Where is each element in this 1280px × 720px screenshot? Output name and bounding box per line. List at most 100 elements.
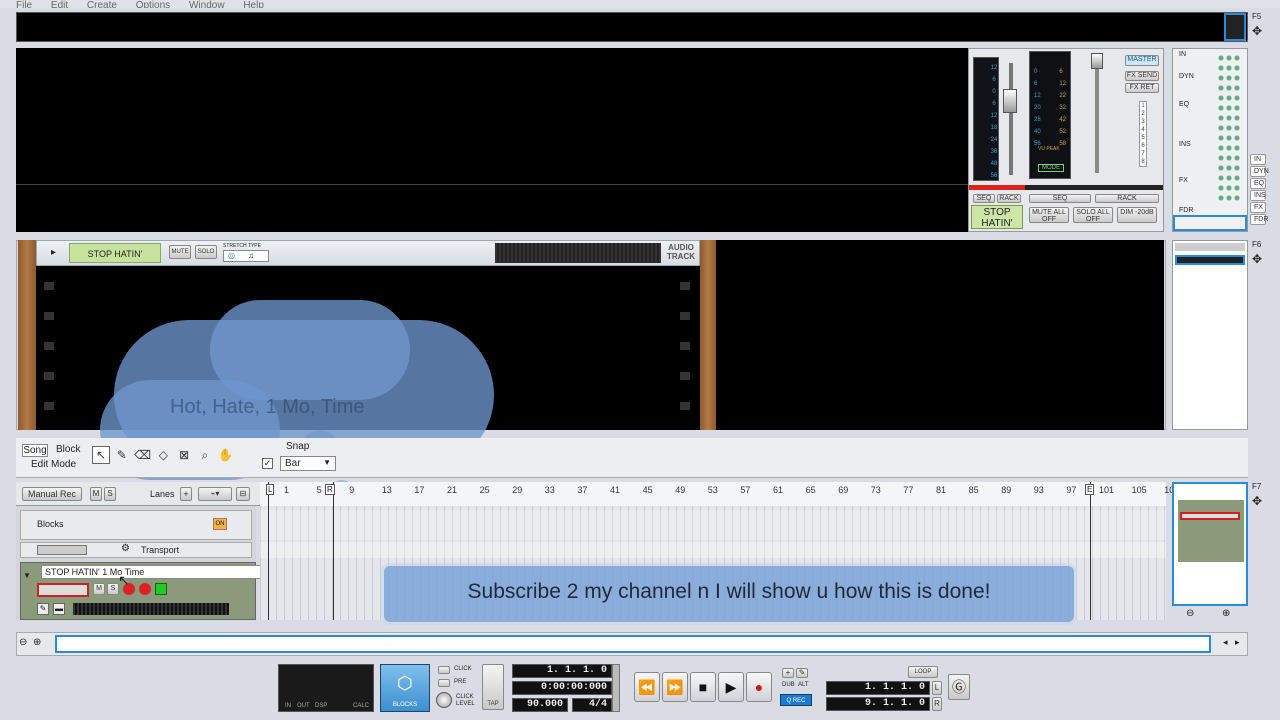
fast-forward-button[interactable]: ⏩	[662, 672, 688, 702]
device-mute-button[interactable]: MUTE	[169, 245, 191, 259]
lane-delete-button[interactable]: ⊟	[236, 487, 250, 501]
snap-select[interactable]: Bar ▼	[280, 456, 336, 471]
side-tab-fdr[interactable]: FDR	[1250, 214, 1268, 225]
pre-toggle[interactable]	[438, 679, 450, 687]
stop-button[interactable]: ■	[690, 672, 716, 702]
alt-label[interactable]: ALT	[798, 682, 809, 688]
side-tab-fx[interactable]: FX	[1250, 202, 1266, 213]
solo-all-off-button[interactable]: SOLO ALL OFF	[1073, 207, 1113, 223]
song-overview-bar[interactable]: ⊖ ⊕ ◂ ▸	[16, 632, 1248, 656]
click-toggle[interactable]	[438, 666, 450, 674]
overview-window[interactable]	[55, 635, 1211, 653]
scroll-left-icon[interactable]: ◂	[1223, 637, 1228, 648]
seq-button-b[interactable]: SEQ	[1029, 194, 1091, 203]
track-fold-arrow[interactable]: ▼	[23, 571, 31, 580]
scroll-right-icon[interactable]: ▸	[1235, 637, 1240, 648]
menu-window[interactable]: Window	[189, 0, 225, 8]
track-input-button[interactable]	[155, 583, 167, 595]
sequencer-navigator[interactable]	[1172, 482, 1248, 606]
master-fader-knob[interactable]	[1003, 89, 1017, 113]
zoom-in-icon[interactable]: ⊕	[1222, 608, 1230, 619]
tap-button[interactable]: TAP	[482, 664, 504, 710]
mute-tool-icon[interactable]: ⊠	[175, 446, 193, 464]
snap-checkbox[interactable]: ✓	[262, 458, 273, 469]
stretch-type-toggle[interactable]: ◎ ♫	[223, 250, 269, 262]
hand-tool-icon[interactable]: ✋	[217, 446, 235, 464]
side-tab-ins[interactable]: INS	[1250, 190, 1266, 201]
add-lane-button[interactable]: +	[180, 487, 192, 501]
blocks-track[interactable]: Blocks ON	[20, 510, 252, 540]
edit-button[interactable]: ✎	[796, 668, 808, 678]
razor-tool-icon[interactable]: ◇	[154, 446, 172, 464]
song-mode-button[interactable]: Song	[22, 444, 48, 457]
navigator-thumb-top[interactable]	[1224, 13, 1246, 41]
eraser-tool-icon[interactable]: ⌫	[134, 446, 152, 464]
seq-move-icon[interactable]: ✥	[1252, 494, 1262, 508]
stretch-mode-icon-b[interactable]: ♫	[248, 251, 254, 260]
mute-all-off-button[interactable]: MUTE ALL OFF	[1029, 207, 1069, 223]
dim-button[interactable]: DIM -20dB	[1117, 207, 1157, 223]
insert-selection[interactable]	[1173, 215, 1247, 231]
fx-fader-knob[interactable]	[1091, 53, 1103, 69]
menu-edit[interactable]: Edit	[51, 0, 68, 8]
record-button[interactable]: ●	[746, 672, 772, 702]
zoom-in-small-icon[interactable]: ⊕	[33, 637, 41, 648]
dub-label[interactable]: DUB	[782, 682, 795, 688]
master-button[interactable]: MASTER	[1125, 55, 1159, 66]
lane-type-select[interactable]: ⌁▾	[198, 487, 232, 501]
play-button[interactable]: ▶	[718, 672, 744, 702]
menu-file[interactable]: File	[16, 0, 32, 8]
fx-ret-button[interactable]: FX RET	[1125, 83, 1159, 93]
magnify-tool-icon[interactable]: ⌕	[196, 447, 214, 465]
side-tab-in[interactable]: IN	[1250, 154, 1266, 165]
blocks-button[interactable]: ⬡ BLOCKS	[380, 664, 430, 712]
menu-options[interactable]: Options	[136, 0, 170, 8]
loop-right-set-button[interactable]: R	[932, 697, 942, 711]
track-monitor-button[interactable]	[139, 583, 151, 595]
click-level-knob[interactable]	[436, 692, 452, 708]
stretch-mode-icon-a[interactable]: ◎	[228, 251, 235, 260]
menu-create[interactable]: Create	[87, 0, 117, 8]
device-fold-arrow[interactable]: ▸	[51, 247, 56, 258]
audio-track[interactable]: ▼ STOP HATIN' 1 Mo Time M S ✎ ▬	[20, 562, 297, 620]
rack-button-a[interactable]: RACK	[997, 194, 1021, 203]
mode-label[interactable]: MODE	[1038, 164, 1064, 172]
loop-right-marker[interactable]: R	[325, 484, 335, 495]
signature-display[interactable]: 4/4	[572, 698, 612, 712]
zoom-out-small-icon[interactable]: ⊖	[19, 637, 27, 648]
rewind-button[interactable]: ⏪	[634, 672, 660, 702]
rack-button-b[interactable]: RACK	[1095, 194, 1159, 203]
loop-button[interactable]: LOOP	[908, 666, 938, 678]
rack-navigator[interactable]	[1172, 240, 1248, 430]
audio-track-name-field[interactable]: STOP HATIN' 1 Mo Time	[41, 565, 297, 579]
loop-left-set-button[interactable]: L	[932, 681, 942, 695]
manual-rec-button[interactable]: Manual Rec	[22, 487, 82, 501]
rack-move-icon[interactable]: ✥	[1252, 252, 1262, 266]
loop-right-display[interactable]: 9. 1. 1. 0	[826, 697, 930, 711]
side-tab-eq[interactable]: EQ	[1250, 178, 1266, 189]
q-rec-button[interactable]: Q REC	[780, 694, 812, 706]
loop-left-display[interactable]: 1. 1. 1. 0	[826, 681, 930, 695]
loop-left-marker[interactable]: L	[266, 484, 275, 495]
pencil-tool-icon[interactable]: ✎	[113, 446, 131, 464]
header-solo-button[interactable]: S	[104, 487, 116, 501]
block-mode-button[interactable]: Block	[56, 444, 80, 455]
reason-logo-button[interactable]: Ⓖ	[948, 674, 970, 700]
position-display[interactable]: 1. 1. 1. 0	[512, 664, 612, 678]
end-marker[interactable]: E	[1085, 484, 1095, 495]
track-lane-icon[interactable]: ▬	[53, 603, 65, 615]
move-icon[interactable]: ✥	[1252, 24, 1262, 38]
seq-button-a[interactable]: SEQ	[973, 194, 995, 203]
zoom-out-icon[interactable]: ⊖	[1186, 608, 1194, 619]
timeline-ruler[interactable]: 1 5 9 13 17 21 25 29 33 37 41 45 49 53 57 61 65 69 73 77 81 8…	[260, 482, 1174, 506]
device-track-name[interactable]: STOP HATIN'	[69, 243, 161, 263]
fx-send-button[interactable]: FX SEND	[1125, 71, 1159, 81]
select-tool-icon[interactable]: ↖	[92, 446, 110, 464]
track-mute-button[interactable]: M	[93, 583, 105, 595]
device-solo-button[interactable]: SOLO	[195, 245, 217, 259]
steppers[interactable]	[612, 664, 620, 712]
tempo-display[interactable]: 90.000	[512, 698, 568, 712]
track-tool-icon[interactable]: ✎	[37, 603, 49, 615]
transport-track[interactable]: ⚙ Transport	[20, 542, 252, 558]
header-mute-button[interactable]: M	[90, 487, 102, 501]
